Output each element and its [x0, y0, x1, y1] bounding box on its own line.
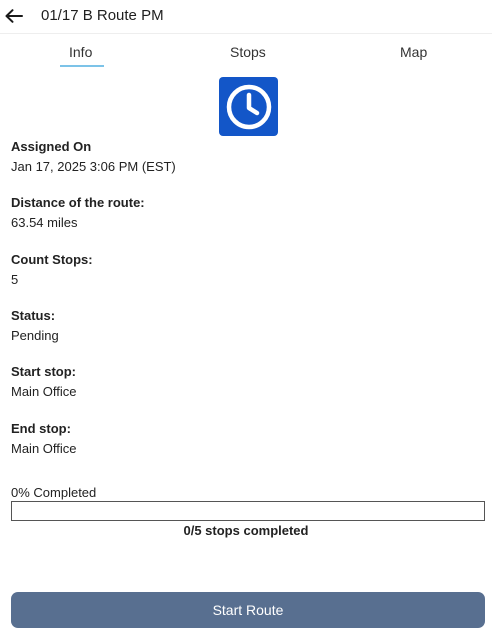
route-detail-screen: 01/17 B Route PM Info Stops Map Assigned… — [0, 0, 492, 644]
top-bar: 01/17 B Route PM — [0, 0, 492, 34]
field-label: Assigned On — [11, 139, 92, 154]
field-value: Main Office — [11, 384, 77, 399]
field-value: Pending — [11, 328, 59, 343]
field-label: Distance of the route: — [11, 195, 145, 210]
progress-bar — [11, 501, 485, 521]
field-label: Start stop: — [11, 364, 76, 379]
tab-map[interactable]: Map — [400, 44, 427, 60]
back-button[interactable] — [4, 4, 24, 28]
assigned-on-field: Assigned On Jan 17, 2025 3:06 PM (EST) — [11, 139, 176, 175]
tab-info[interactable]: Info — [69, 44, 92, 60]
status-field: Status: Pending — [11, 308, 59, 344]
end-stop-field: End stop: Main Office — [11, 421, 77, 457]
distance-field: Distance of the route: 63.54 miles — [11, 195, 145, 231]
field-value: 63.54 miles — [11, 215, 78, 230]
tab-bar: Info Stops Map — [0, 34, 492, 70]
page-title: 01/17 B Route PM — [41, 7, 164, 24]
start-stop-field: Start stop: Main Office — [11, 364, 77, 400]
field-label: Count Stops: — [11, 252, 93, 267]
field-label: Status: — [11, 308, 56, 323]
tab-stops[interactable]: Stops — [230, 44, 266, 60]
field-label: End stop: — [11, 421, 71, 436]
active-tab-indicator — [60, 65, 104, 67]
count-stops-field: Count Stops: 5 — [11, 252, 93, 288]
clock-icon — [226, 84, 271, 129]
progress-label: 0% Completed — [11, 485, 97, 500]
route-status-tile — [219, 77, 278, 136]
field-value: Jan 17, 2025 3:06 PM (EST) — [11, 159, 176, 174]
start-route-button[interactable]: Start Route — [11, 592, 485, 628]
field-value: 5 — [11, 272, 19, 287]
progress-caption: 0/5 stops completed — [183, 523, 309, 538]
arrow-left-icon — [5, 9, 23, 23]
field-value: Main Office — [11, 441, 77, 456]
